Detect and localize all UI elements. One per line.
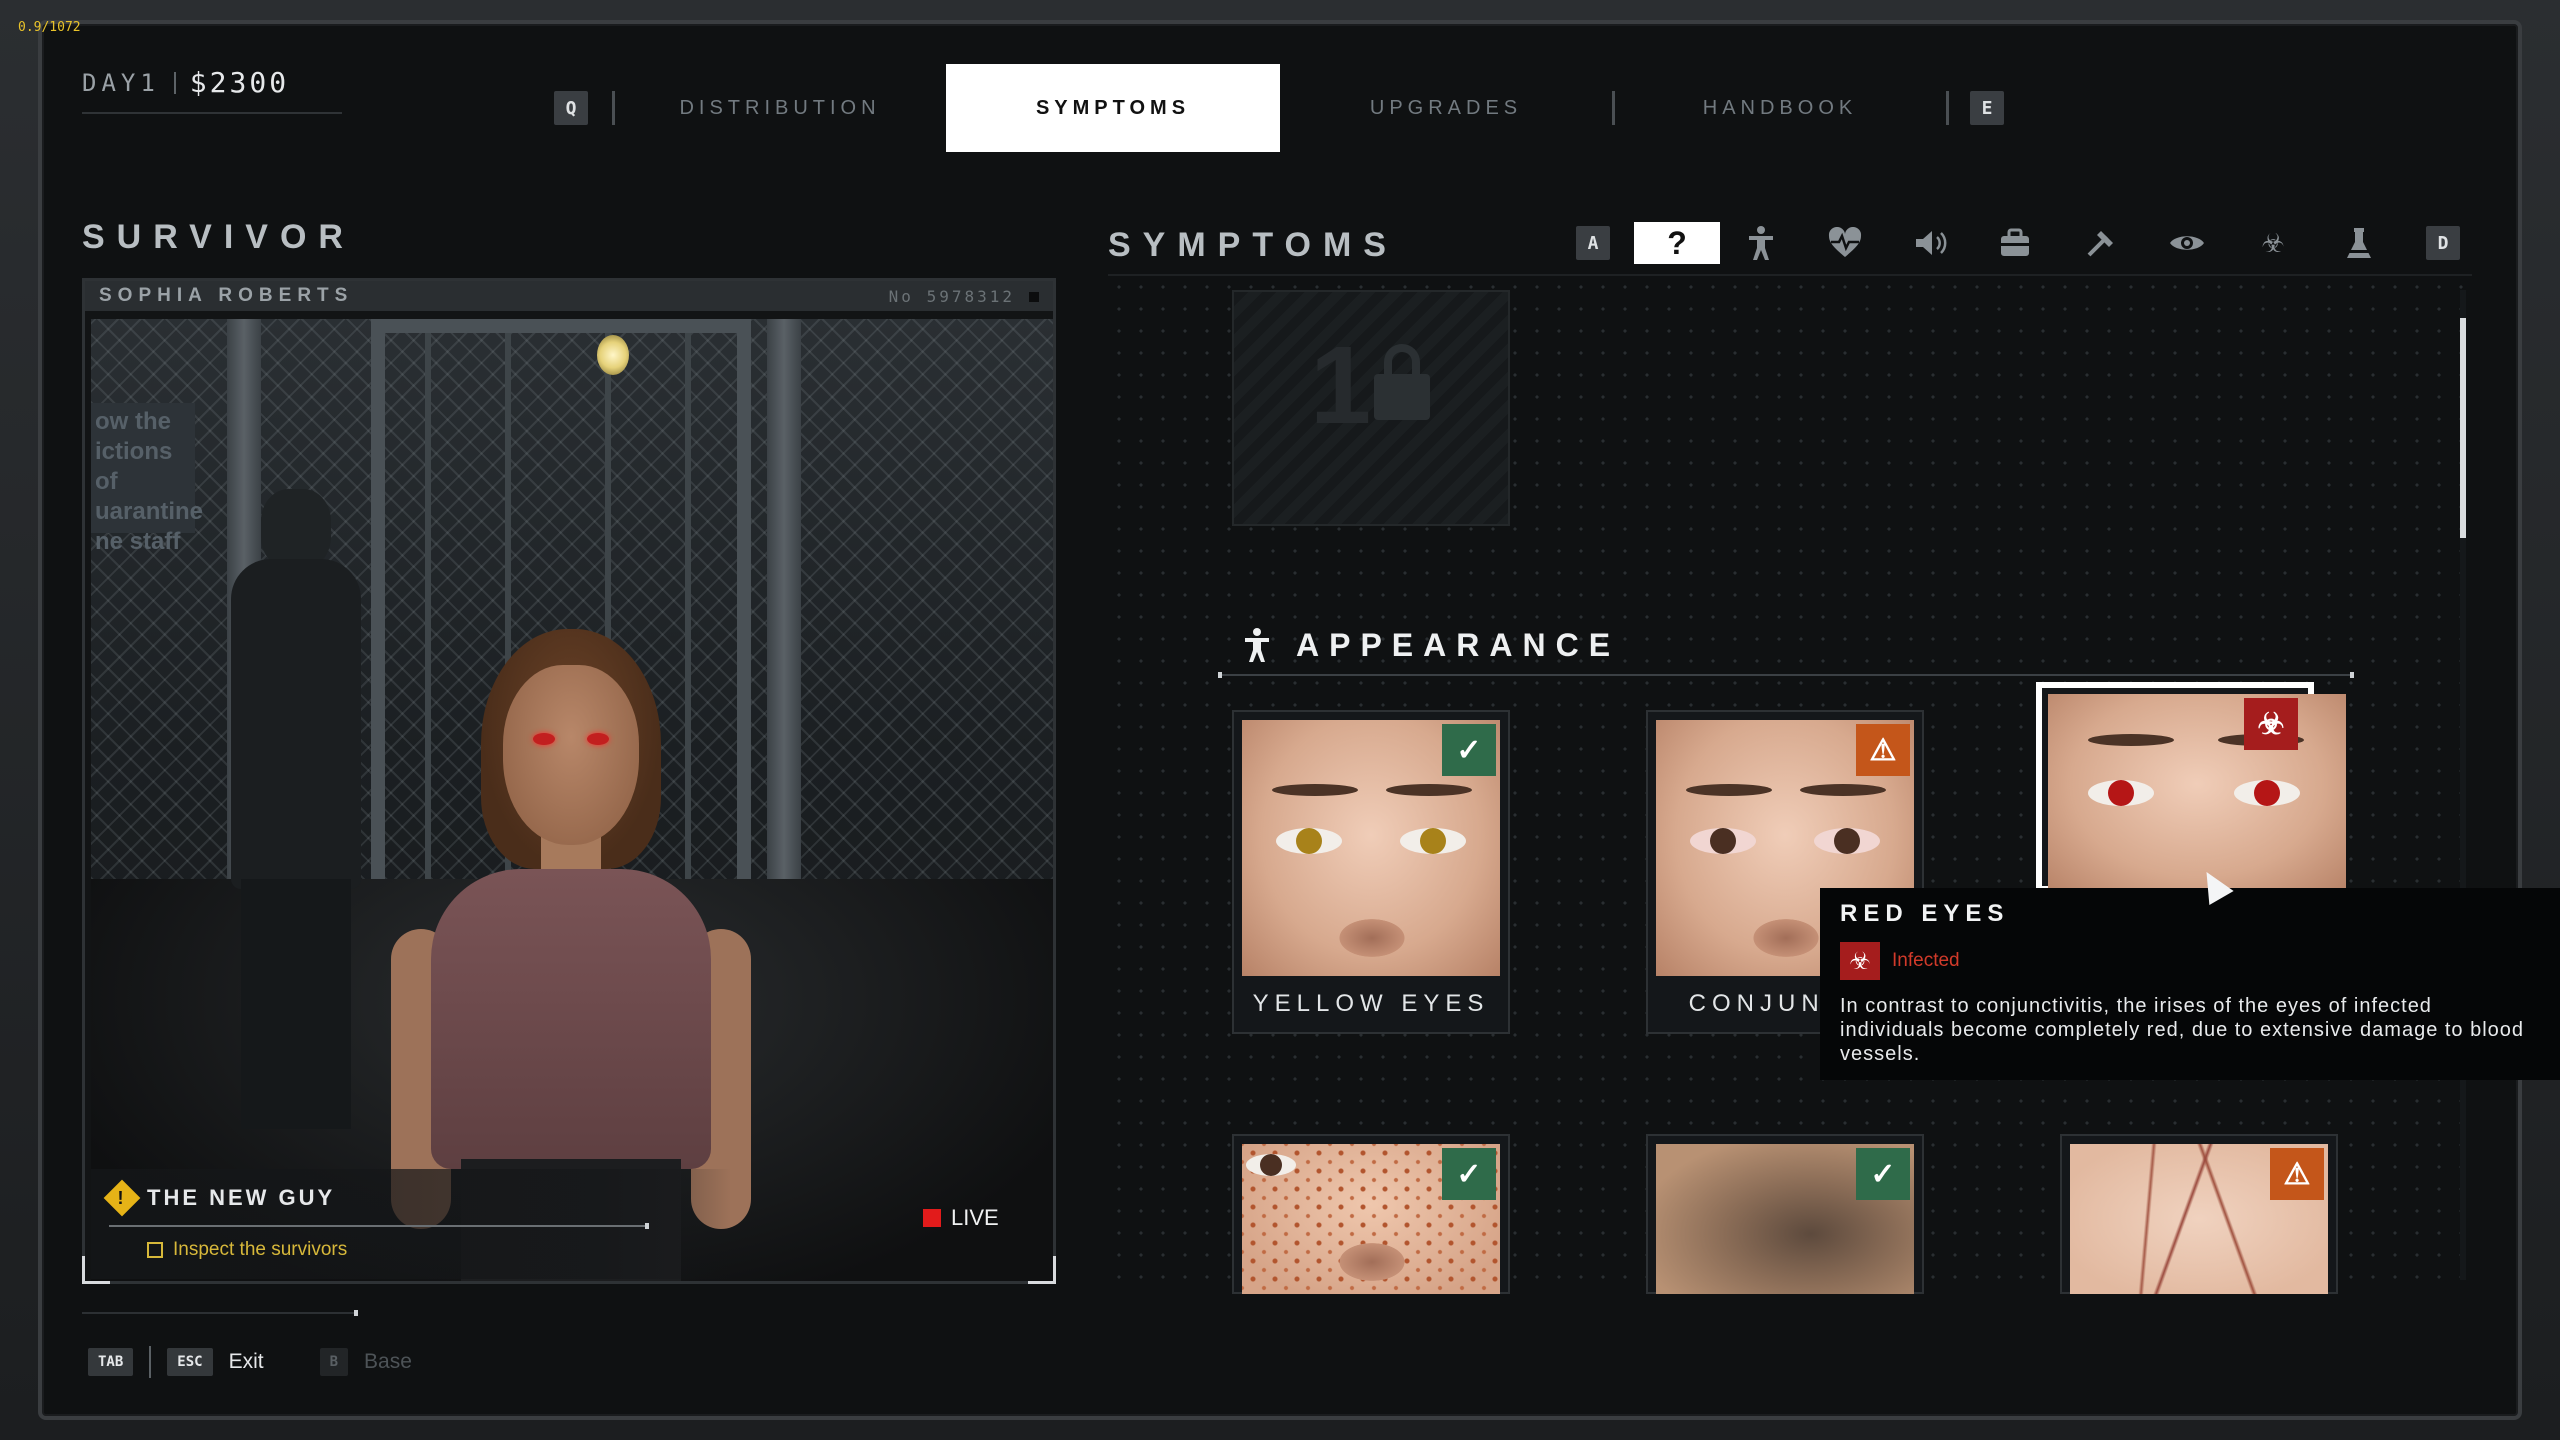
survivor-camera-panel: SOPHIA ROBERTS No 5978312 ow the ictions… bbox=[82, 278, 1056, 1284]
biohazard-icon[interactable]: ☣ bbox=[2230, 222, 2316, 264]
bag-icon[interactable] bbox=[1972, 222, 2058, 264]
divider bbox=[149, 1346, 152, 1378]
divider bbox=[1218, 672, 2354, 678]
tab-symptoms[interactable]: SYMPTOMS bbox=[946, 64, 1280, 152]
divider bbox=[1946, 91, 1949, 125]
quest-tracker: ! THE NEW GUY Inspect the survivors bbox=[91, 1169, 731, 1279]
divider bbox=[109, 1223, 649, 1229]
sound-icon[interactable] bbox=[1888, 222, 1974, 264]
survivor-name: SOPHIA ROBERTS bbox=[99, 285, 354, 306]
corner-bracket bbox=[82, 1256, 110, 1284]
live-dot-icon bbox=[923, 1209, 941, 1227]
quest-alert-icon: ! bbox=[103, 1179, 141, 1217]
divider bbox=[1612, 91, 1615, 125]
lock-icon bbox=[1374, 374, 1430, 420]
question-icon[interactable]: ? bbox=[1634, 222, 1720, 264]
appearance-title: APPEARANCE bbox=[1296, 626, 1621, 663]
scrollbar-thumb[interactable] bbox=[2460, 318, 2466, 538]
biohazard-icon: ☣ bbox=[1840, 942, 1880, 980]
tab-upgrades[interactable]: UPGRADES bbox=[1296, 64, 1596, 152]
divider bbox=[612, 91, 615, 125]
prev-filter-key[interactable]: A bbox=[1576, 226, 1610, 260]
survivor-number: No 5978312 bbox=[889, 287, 1039, 306]
symptom-card-freckles[interactable]: ✓ bbox=[1232, 1134, 1510, 1294]
tooltip-status: Infected bbox=[1892, 950, 1960, 971]
cash-label: $2300 bbox=[189, 66, 290, 99]
day-cash-display: DAY1 $2300 bbox=[82, 66, 289, 99]
red-eye bbox=[587, 733, 609, 745]
next-tab-key[interactable]: E bbox=[1970, 91, 2004, 125]
esc-key[interactable]: ESC bbox=[167, 1348, 213, 1376]
warning-icon: ⚠ bbox=[1856, 724, 1910, 776]
body-icon[interactable] bbox=[1718, 222, 1804, 264]
survivor-section-title: SURVIVOR bbox=[82, 218, 355, 256]
divider bbox=[82, 112, 342, 114]
biohazard-icon: ☣ bbox=[2244, 698, 2298, 750]
shield-check-icon: ✓ bbox=[1856, 1148, 1910, 1200]
ceiling-lamp bbox=[597, 335, 629, 375]
day-label: DAY1 bbox=[82, 68, 160, 97]
locked-slot-number: 1 bbox=[1310, 324, 1372, 447]
base-key[interactable]: B bbox=[319, 1348, 349, 1376]
symptoms-section-title: SYMPTOMS bbox=[1108, 226, 1398, 264]
exit-label[interactable]: Exit bbox=[229, 1350, 264, 1374]
tooltip-title: RED EYES bbox=[1840, 900, 2010, 927]
symptom-image bbox=[2048, 694, 2346, 894]
symptom-card-yellow-eyes[interactable]: ✓ YELLOW EYES bbox=[1232, 710, 1510, 1034]
symptom-card-red-eyes[interactable]: ☣ bbox=[2036, 682, 2346, 894]
shield-check-icon: ✓ bbox=[1442, 1148, 1496, 1200]
prev-tab-key[interactable]: Q bbox=[554, 91, 588, 125]
symptom-card-bruise[interactable]: ✓ bbox=[1646, 1134, 1924, 1294]
base-label[interactable]: Base bbox=[364, 1350, 412, 1374]
heartbeat-icon[interactable] bbox=[1802, 222, 1888, 264]
divider bbox=[173, 71, 176, 94]
quest-task: Inspect the survivors bbox=[173, 1239, 348, 1260]
task-checkbox-icon bbox=[147, 1242, 163, 1258]
appearance-header: APPEARANCE bbox=[1242, 626, 1620, 664]
red-eye bbox=[533, 733, 555, 745]
symptom-label: YELLOW EYES bbox=[1252, 990, 1490, 1017]
next-filter-key[interactable]: D bbox=[2426, 226, 2460, 260]
body-icon bbox=[1245, 628, 1269, 662]
armed-guard bbox=[221, 489, 371, 1129]
live-indicator: LIVE bbox=[923, 1205, 999, 1231]
tools-icon[interactable] bbox=[2058, 222, 2144, 264]
divider bbox=[82, 1310, 358, 1316]
tab-handbook[interactable]: HANDBOOK bbox=[1630, 64, 1930, 152]
locked-slot: 1 bbox=[1232, 290, 1510, 526]
symptom-tooltip: RED EYES ☣ Infected In contrast to conju… bbox=[1820, 888, 2560, 1080]
quest-title: THE NEW GUY bbox=[147, 1185, 336, 1210]
tab-key[interactable]: TAB bbox=[88, 1348, 134, 1376]
quarantine-sign: ow the ictions of uarantine ne staff bbox=[91, 403, 203, 555]
corner-bracket bbox=[1028, 1256, 1056, 1284]
tab-distribution[interactable]: DISTRIBUTION bbox=[630, 64, 930, 152]
fps-counter: 0.9/1072 bbox=[18, 20, 81, 35]
live-label: LIVE bbox=[951, 1205, 999, 1230]
survivor-header: SOPHIA ROBERTS No 5978312 bbox=[85, 281, 1053, 311]
symptom-card-scratches[interactable]: ⚠ bbox=[2060, 1134, 2338, 1294]
warning-icon: ⚠ bbox=[2270, 1148, 2324, 1200]
footer-controls: TAB ESC Exit B Base bbox=[88, 1346, 412, 1378]
survivor-camera-feed: ow the ictions of uarantine ne staff bbox=[91, 319, 1053, 1281]
tooltip-description: In contrast to conjunctivitis, the irise… bbox=[1840, 995, 2525, 1065]
eye-icon[interactable] bbox=[2144, 222, 2230, 264]
flask-icon[interactable] bbox=[2316, 222, 2402, 264]
shield-check-icon: ✓ bbox=[1442, 724, 1496, 776]
